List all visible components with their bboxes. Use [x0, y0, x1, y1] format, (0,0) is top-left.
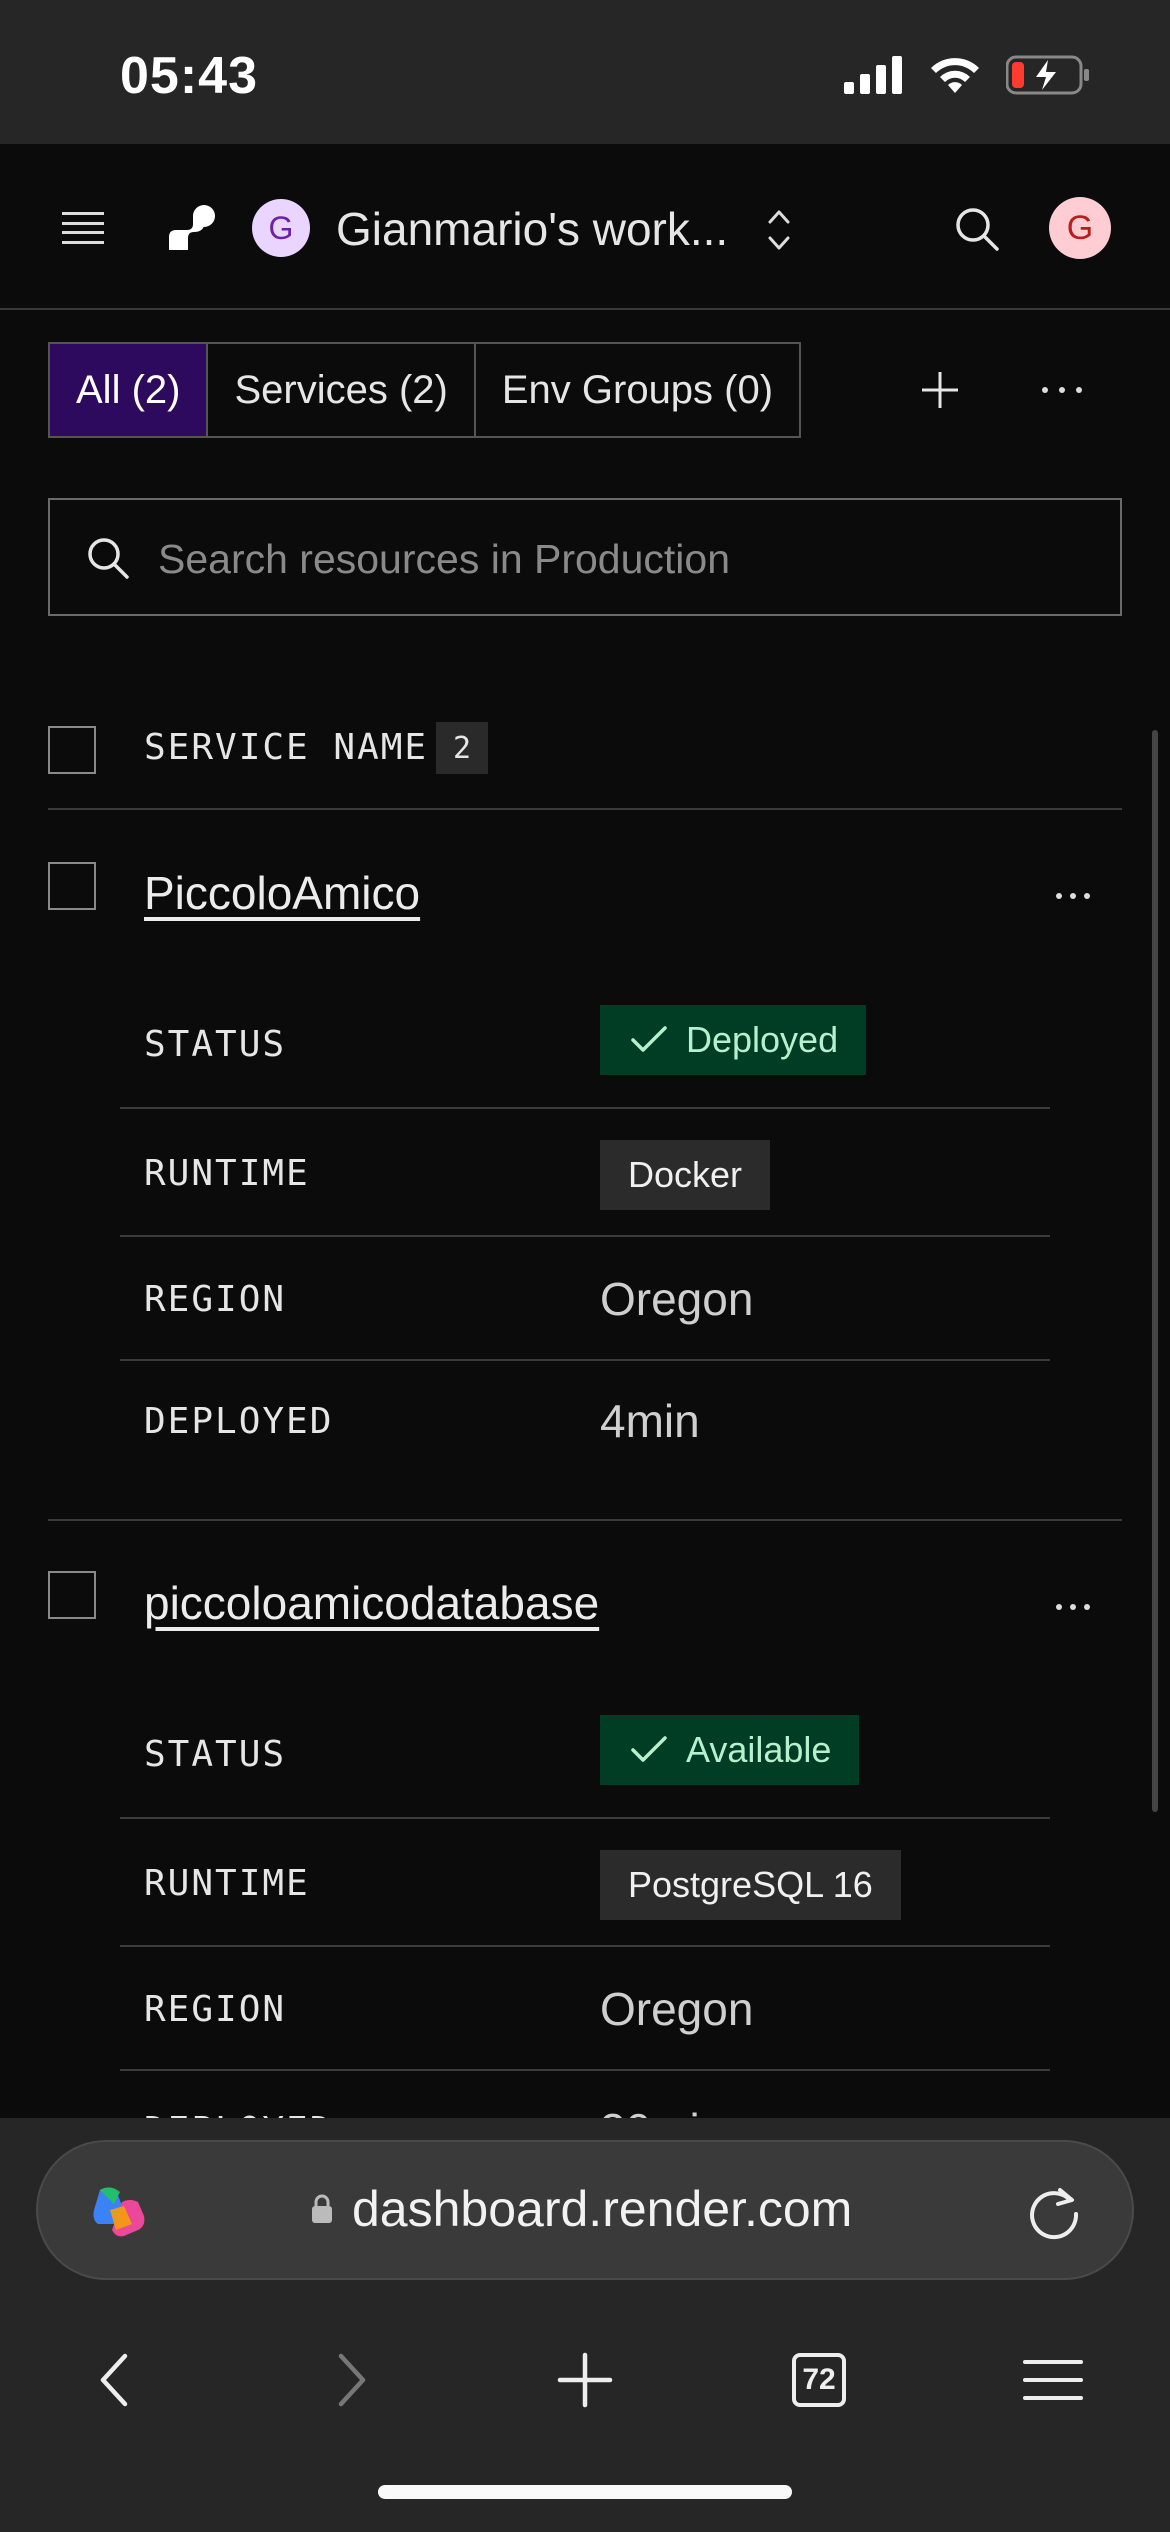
- divider: [120, 2069, 1050, 2071]
- browser-toolbar: dashboard.render.com 72: [0, 2118, 1170, 2532]
- back-icon[interactable]: [70, 2330, 160, 2430]
- status-bar: 05:43: [0, 0, 1170, 144]
- divider: [48, 808, 1122, 810]
- app-header: G Gianmario's work... G: [0, 144, 1170, 310]
- address-bar[interactable]: dashboard.render.com: [36, 2140, 1134, 2280]
- service-name-link[interactable]: piccoloamicodatabase: [144, 1576, 599, 1630]
- status-text: Deployed: [686, 1019, 839, 1060]
- browser-menu-icon[interactable]: [1008, 2330, 1098, 2430]
- service-count-badge: 2: [436, 722, 488, 774]
- column-header-service-name[interactable]: SERVICE NAME: [144, 727, 428, 768]
- region-label: REGION: [144, 1279, 287, 1320]
- search-icon: [88, 538, 129, 579]
- resource-tabs: All (2) Services (2) Env Groups (0): [48, 342, 802, 438]
- status-icons: [844, 54, 1090, 96]
- runtime-label: RUNTIME: [144, 1153, 310, 1194]
- deployed-label: DEPLOYED: [144, 1401, 334, 1442]
- row-checkbox[interactable]: [48, 862, 96, 910]
- divider: [120, 1235, 1050, 1237]
- tab-env-groups[interactable]: Env Groups (0): [476, 344, 799, 436]
- status-label: STATUS: [144, 1024, 287, 1065]
- divider: [120, 1359, 1050, 1361]
- user-avatar[interactable]: G: [1049, 197, 1111, 259]
- scrollbar[interactable]: [1152, 730, 1158, 1812]
- tabs-icon[interactable]: 72: [774, 2330, 864, 2430]
- browser-nav: 72: [0, 2330, 1170, 2430]
- tab-count: 72: [792, 2353, 846, 2407]
- tab-services[interactable]: Services (2): [208, 344, 476, 436]
- check-icon: [631, 1026, 667, 1052]
- check-icon: [631, 1736, 667, 1762]
- chevron-updown-icon[interactable]: [762, 204, 796, 256]
- row-checkbox[interactable]: [48, 1571, 96, 1619]
- new-tab-icon[interactable]: [540, 2330, 630, 2430]
- forward-icon[interactable]: [306, 2330, 396, 2430]
- home-indicator[interactable]: [378, 2485, 792, 2499]
- region-label: REGION: [144, 1989, 287, 2030]
- url-text[interactable]: dashboard.render.com: [352, 2180, 852, 2238]
- status-text: Available: [686, 1729, 832, 1770]
- copilot-icon[interactable]: [86, 2180, 152, 2246]
- tab-all[interactable]: All (2): [50, 344, 209, 436]
- workspace-avatar[interactable]: G: [252, 199, 310, 257]
- reload-icon[interactable]: [1024, 2182, 1084, 2242]
- region-value: Oregon: [600, 1983, 754, 2035]
- region-value: Oregon: [600, 1273, 754, 1325]
- divider: [120, 1107, 1050, 1109]
- search-icon[interactable]: [954, 206, 1000, 252]
- runtime-label: RUNTIME: [144, 1863, 310, 1904]
- runtime-badge: Docker: [600, 1140, 771, 1210]
- more-icon[interactable]: [1042, 372, 1082, 408]
- wifi-icon: [931, 58, 979, 93]
- status-time: 05:43: [120, 47, 258, 105]
- search-box: [48, 498, 1122, 616]
- plus-icon[interactable]: [920, 370, 960, 410]
- render-logo-icon[interactable]: [166, 204, 216, 252]
- status-badge: Deployed: [600, 1005, 867, 1075]
- search-input[interactable]: [158, 524, 1058, 594]
- status-label: STATUS: [144, 1734, 287, 1775]
- workspace-name[interactable]: Gianmario's work...: [336, 202, 728, 256]
- more-icon[interactable]: [1056, 891, 1090, 901]
- lock-icon: [312, 2194, 332, 2223]
- service-name-link[interactable]: PiccoloAmico: [144, 866, 420, 920]
- divider: [120, 1945, 1050, 1947]
- divider: [120, 1817, 1050, 1819]
- divider: [48, 1519, 1122, 1521]
- menu-icon[interactable]: [62, 212, 104, 244]
- battery-charging-icon: [1006, 55, 1089, 95]
- status-badge: Available: [600, 1715, 860, 1785]
- more-icon[interactable]: [1056, 1602, 1090, 1612]
- runtime-badge: PostgreSQL 16: [600, 1850, 901, 1920]
- deployed-value: 4min: [600, 1395, 700, 1447]
- cellular-signal-icon: [844, 56, 902, 94]
- select-all-checkbox[interactable]: [48, 726, 96, 774]
